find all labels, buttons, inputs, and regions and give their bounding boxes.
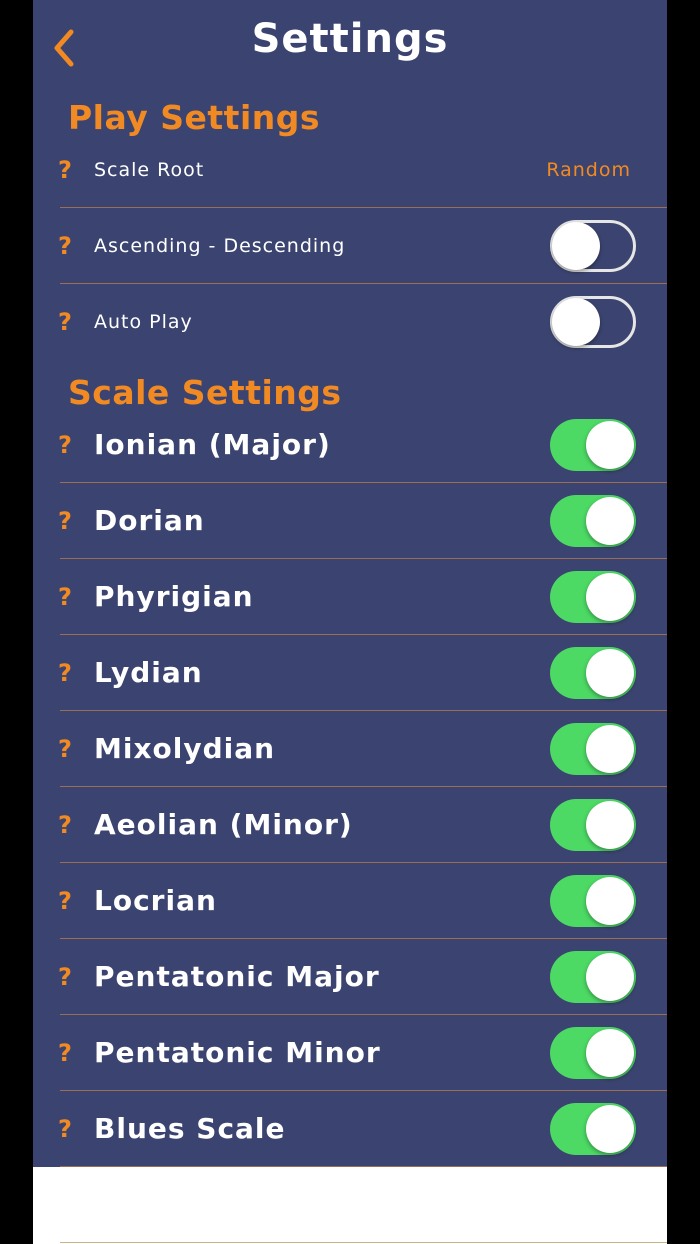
scale-row-dorian: ? Dorian (33, 483, 667, 559)
ascending-descending-row: ? Ascending - Descending (33, 208, 667, 284)
scale-label: Locrian (94, 884, 217, 917)
scale-label: Blues Scale (94, 1112, 286, 1145)
scale-label: Ionian (Major) (94, 428, 331, 461)
toggle-knob (552, 222, 600, 270)
scale-row-pentatonic-minor: ? Pentatonic Minor (33, 1015, 667, 1091)
scale-toggle-lydian[interactable] (550, 647, 636, 699)
toggle-knob (586, 421, 634, 469)
scale-toggle-phyrigian[interactable] (550, 571, 636, 623)
toggle-knob (586, 573, 634, 621)
toggle-knob (586, 953, 634, 1001)
scale-row-lydian: ? Lydian (33, 635, 667, 711)
auto-play-toggle[interactable] (550, 296, 636, 348)
help-icon[interactable]: ? (58, 284, 78, 360)
help-icon[interactable]: ? (58, 711, 78, 787)
toggle-knob (586, 877, 634, 925)
scale-root-value[interactable]: Random (546, 132, 631, 208)
help-icon[interactable]: ? (58, 1091, 78, 1167)
scale-toggle-blues-scale[interactable] (550, 1103, 636, 1155)
ascending-descending-label: Ascending - Descending (94, 235, 346, 257)
settings-panel: Settings Play Settings ? Scale Root Rand… (33, 0, 667, 1167)
scale-label: Pentatonic Minor (94, 1036, 381, 1069)
scale-label: Aeolian (Minor) (94, 808, 353, 841)
auto-play-label: Auto Play (94, 311, 193, 333)
help-icon[interactable]: ? (58, 1015, 78, 1091)
scale-label: Phyrigian (94, 580, 254, 613)
toggle-knob (586, 497, 634, 545)
help-icon[interactable]: ? (58, 635, 78, 711)
scale-root-label: Scale Root (94, 159, 205, 181)
scale-toggle-mixolydian[interactable] (550, 723, 636, 775)
scale-root-row[interactable]: ? Scale Root Random (33, 132, 667, 208)
help-icon[interactable]: ? (58, 132, 78, 208)
scale-toggle-aeolian-minor[interactable] (550, 799, 636, 851)
scale-row-locrian: ? Locrian (33, 863, 667, 939)
scale-row-phyrigian: ? Phyrigian (33, 559, 667, 635)
page-title: Settings (251, 16, 449, 62)
row-divider (60, 1166, 667, 1167)
scale-toggle-pentatonic-minor[interactable] (550, 1027, 636, 1079)
settings-screen: Settings Play Settings ? Scale Root Rand… (33, 0, 667, 1244)
toggle-knob (586, 801, 634, 849)
toggle-knob (586, 1105, 634, 1153)
toggle-knob (586, 1029, 634, 1077)
scale-label: Dorian (94, 504, 205, 537)
scale-row-blues-scale: ? Blues Scale (33, 1091, 667, 1167)
help-icon[interactable]: ? (58, 559, 78, 635)
help-icon[interactable]: ? (58, 939, 78, 1015)
scale-label: Lydian (94, 656, 203, 689)
scale-row-mixolydian: ? Mixolydian (33, 711, 667, 787)
help-icon[interactable]: ? (58, 787, 78, 863)
toggle-knob (586, 725, 634, 773)
scale-label: Pentatonic Major (94, 960, 380, 993)
scale-label: Mixolydian (94, 732, 276, 765)
help-icon[interactable]: ? (58, 407, 78, 483)
scale-toggle-locrian[interactable] (550, 875, 636, 927)
ascending-descending-toggle[interactable] (550, 220, 636, 272)
scale-toggle-ionian-major[interactable] (550, 419, 636, 471)
help-icon[interactable]: ? (58, 208, 78, 284)
scale-toggle-pentatonic-major[interactable] (550, 951, 636, 1003)
scale-toggle-dorian[interactable] (550, 495, 636, 547)
help-icon[interactable]: ? (58, 483, 78, 559)
auto-play-row: ? Auto Play (33, 284, 667, 360)
scale-row-ionian-major: ? Ionian (Major) (33, 407, 667, 483)
bottom-divider (60, 1242, 667, 1243)
help-icon[interactable]: ? (58, 863, 78, 939)
scale-row-pentatonic-major: ? Pentatonic Major (33, 939, 667, 1015)
toggle-knob (586, 649, 634, 697)
scale-row-aeolian-minor: ? Aeolian (Minor) (33, 787, 667, 863)
toggle-knob (552, 298, 600, 346)
